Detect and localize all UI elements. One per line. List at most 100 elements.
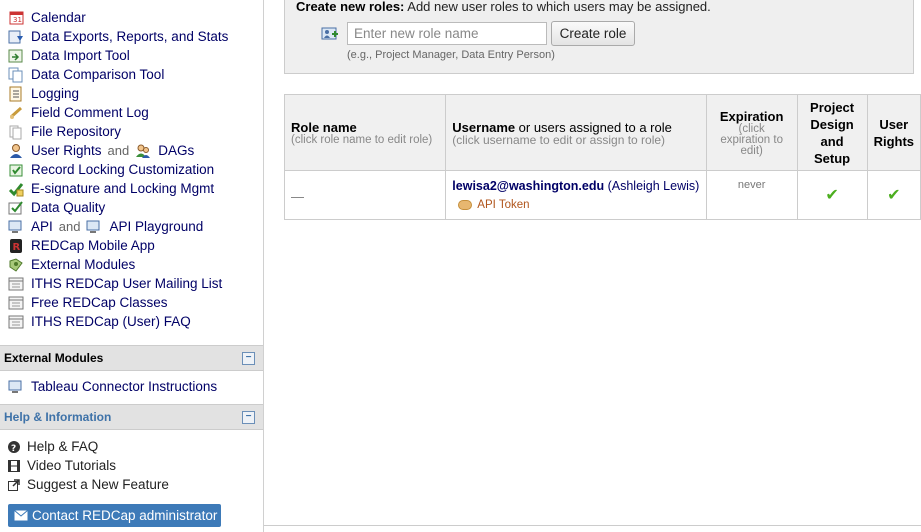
column-header-user-rights: User Rights: [866, 94, 921, 171]
film-icon: [8, 458, 20, 474]
sidebar-item-dags-label[interactable]: DAGs: [158, 143, 194, 158]
check-icon: ✔: [825, 187, 839, 204]
sidebar-item-label[interactable]: Help & FAQ: [27, 439, 98, 454]
user-rights-cell: ✔: [866, 170, 921, 220]
svg-text:?: ?: [11, 444, 16, 453]
external-link-icon: [8, 477, 20, 493]
link-icon: [8, 314, 24, 330]
sidebar-item-data-import[interactable]: Data Import Tool: [8, 46, 263, 65]
api-playground-icon: [86, 219, 102, 235]
sidebar-item-label[interactable]: E-signature and Locking Mgmt: [31, 181, 214, 196]
sidebar-item-logging[interactable]: Logging: [8, 84, 263, 103]
token-icon: [458, 200, 473, 210]
sidebar-item-label[interactable]: ITHS REDCap (User) FAQ: [31, 314, 191, 329]
sidebar-item-label[interactable]: File Repository: [31, 124, 121, 139]
sidebar-item-data-comparison[interactable]: Data Comparison Tool: [8, 65, 263, 84]
sidebar-item-api-playground-label[interactable]: API Playground: [109, 219, 203, 234]
sidebar: 31 Calendar Data Exports, Reports, and S…: [0, 0, 264, 532]
user-fullname: (Ashleigh Lewis): [607, 179, 700, 193]
help-list: ? Help & FAQ Video Tutorials Suggest a N…: [0, 430, 263, 494]
user-roles-table: Role name (click role name to edit role)…: [283, 94, 921, 220]
sidebar-item-data-exports[interactable]: Data Exports, Reports, and Stats: [8, 27, 263, 46]
question-icon: ?: [8, 439, 20, 455]
sidebar-item-field-comment-log[interactable]: Field Comment Log: [8, 103, 263, 122]
expiration-value: never: [737, 179, 766, 191]
sidebar-item-video-tutorials[interactable]: Video Tutorials: [8, 456, 263, 475]
sidebar-item-calendar[interactable]: 31 Calendar: [8, 8, 263, 27]
sidebar-item-suggest-feature[interactable]: Suggest a New Feature: [8, 475, 263, 494]
sidebar-item-label[interactable]: API: [31, 219, 53, 234]
comment-icon: [8, 105, 24, 121]
username-link[interactable]: lewisa2@washington.edu: [452, 179, 604, 193]
sidebar-item-record-locking[interactable]: Record Locking Customization: [8, 160, 263, 179]
sidebar-item-user-faq[interactable]: ITHS REDCap (User) FAQ: [8, 312, 263, 331]
create-role-example: (e.g., Project Manager, Data Entry Perso…: [347, 49, 555, 61]
column-header-role-name: Role name (click role name to edit role): [283, 94, 447, 171]
table-header-row: Role name (click role name to edit role)…: [283, 94, 921, 171]
create-role-panel: Create new roles: Add new user roles to …: [284, 0, 914, 74]
sidebar-item-label[interactable]: Tableau Connector Instructions: [31, 379, 217, 394]
sidebar-item-label[interactable]: Free REDCap Classes: [31, 295, 168, 310]
quality-icon: [8, 200, 24, 216]
api-icon: [8, 219, 24, 235]
sidebar-item-label[interactable]: External Modules: [31, 257, 135, 272]
sidebar-item-file-repository[interactable]: File Repository: [8, 122, 263, 141]
sidebar-item-label[interactable]: Suggest a New Feature: [27, 477, 169, 492]
sidebar-item-label[interactable]: Data Exports, Reports, and Stats: [31, 29, 228, 44]
modules-icon: [8, 257, 24, 273]
sidebar-item-label[interactable]: Logging: [31, 86, 79, 101]
logging-icon: [8, 86, 24, 102]
link-icon: [8, 276, 24, 292]
sidebar-item-label[interactable]: Calendar: [31, 10, 86, 25]
external-modules-list: Tableau Connector Instructions: [0, 371, 263, 396]
svg-text:31: 31: [13, 16, 22, 24]
sidebar-item-external-modules[interactable]: External Modules: [8, 255, 263, 274]
api-icon: [8, 379, 24, 395]
add-role-icon: [321, 27, 341, 41]
sidebar-item-label[interactable]: Field Comment Log: [31, 105, 149, 120]
external-modules-header: External Modules −: [0, 345, 263, 371]
sidebar-item-tableau[interactable]: Tableau Connector Instructions: [8, 377, 263, 396]
envelope-icon: [14, 510, 28, 521]
api-token-link[interactable]: API Token: [458, 199, 699, 211]
collapse-icon[interactable]: −: [242, 410, 255, 424]
sidebar-item-label[interactable]: Data Quality: [31, 200, 105, 215]
create-role-desc: Add new user roles to which users may be…: [407, 0, 711, 14]
compare-icon: [8, 67, 24, 83]
section-title: External Modules: [4, 351, 104, 365]
sidebar-item-label[interactable]: Video Tutorials: [27, 458, 116, 473]
sidebar-item-mobile-app[interactable]: R REDCap Mobile App: [8, 236, 263, 255]
create-role-title: Create new roles: Add new user roles to …: [296, 0, 711, 14]
sidebar-item-free-classes[interactable]: Free REDCap Classes: [8, 293, 263, 312]
sidebar-item-label[interactable]: Data Import Tool: [31, 48, 130, 63]
svg-text:R: R: [13, 242, 21, 253]
sidebar-item-mailing-list[interactable]: ITHS REDCap User Mailing List: [8, 274, 263, 293]
new-role-name-input[interactable]: [347, 22, 547, 45]
file-icon: [8, 124, 24, 140]
collapse-icon[interactable]: −: [242, 351, 255, 365]
sidebar-item-api[interactable]: API and API Playground: [8, 217, 263, 236]
sidebar-item-label[interactable]: Record Locking Customization: [31, 162, 214, 177]
sidebar-item-label[interactable]: Data Comparison Tool: [31, 67, 164, 82]
username-cell: lewisa2@washington.edu (Ashleigh Lewis) …: [445, 170, 707, 220]
dags-icon: [135, 143, 151, 159]
expiration-cell[interactable]: never: [705, 170, 798, 220]
contact-admin-label: Contact REDCap administrator: [32, 508, 218, 523]
role-name-cell: —: [283, 170, 447, 220]
sidebar-item-esignature[interactable]: E-signature and Locking Mgmt: [8, 179, 263, 198]
column-header-expiration: Expiration (click expiration to edit): [705, 94, 798, 171]
sidebar-item-data-quality[interactable]: Data Quality: [8, 198, 263, 217]
sidebar-item-user-rights[interactable]: User Rights and DAGs: [8, 141, 263, 160]
sidebar-item-label[interactable]: REDCap Mobile App: [31, 238, 155, 253]
user-icon: [8, 143, 24, 159]
section-title: Help & Information: [4, 410, 112, 424]
sidebar-item-label[interactable]: User Rights: [31, 143, 102, 158]
sidebar-item-label[interactable]: ITHS REDCap User Mailing List: [31, 276, 222, 291]
mobile-icon: R: [8, 238, 24, 254]
and-separator: and: [107, 143, 130, 158]
sidebar-item-help-faq[interactable]: ? Help & FAQ: [8, 437, 263, 456]
contact-admin-button[interactable]: Contact REDCap administrator: [8, 504, 221, 527]
esign-icon: [8, 181, 24, 197]
create-role-button[interactable]: Create role: [551, 21, 635, 46]
import-icon: [8, 48, 24, 64]
